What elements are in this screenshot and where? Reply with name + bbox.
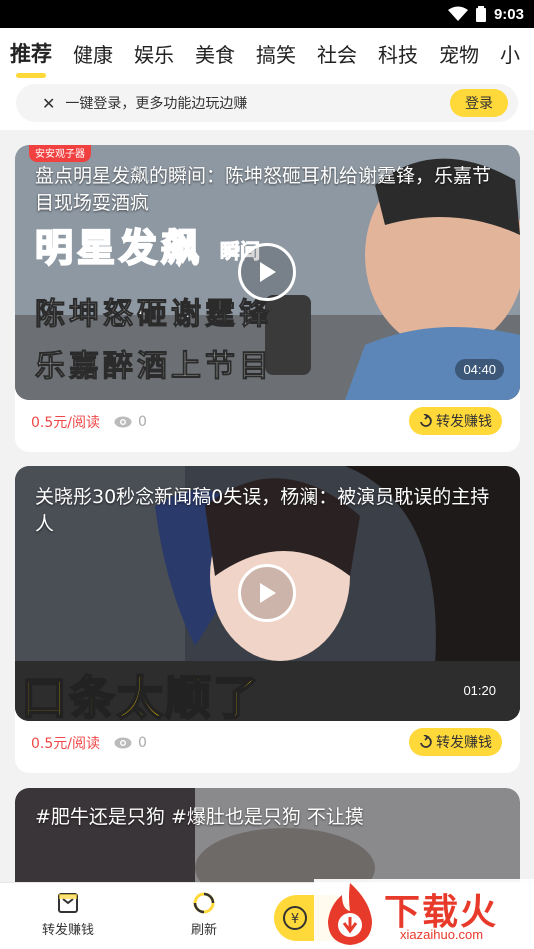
view-count: 0 <box>114 414 147 430</box>
share-earn-button[interactable]: 转发赚钱 <box>409 728 502 756</box>
video-thumbnail[interactable]: 关晓彤30秒念新闻稿0失误，杨澜：被演员耽误的主持人 口条太顺了 01:20 <box>15 466 520 721</box>
clock: 9:03 <box>493 5 524 23</box>
nav-share-earn-label: 转发赚钱 <box>41 923 94 938</box>
battery-icon <box>475 6 486 22</box>
login-button[interactable]: 登录 <box>450 89 508 117</box>
coin-icon: ¥ <box>283 906 307 930</box>
play-button[interactable] <box>238 243 296 301</box>
tab-pets[interactable]: 宠物 <box>439 39 479 68</box>
tab-recommend[interactable]: 推荐 <box>10 38 52 78</box>
share-icon <box>420 735 432 748</box>
video-duration: 01:20 <box>463 683 496 698</box>
reward-rate: 0.5元/阅读 <box>31 415 100 431</box>
video-title: #肥牛还是只狗 #爆肚也是只狗 不让摸 <box>35 806 364 828</box>
video-title: 关晓彤30秒念新闻稿0失误，杨澜：被演员耽误的主持人 <box>35 486 490 535</box>
video-meta: 0.5元/阅读 0 转发赚钱 <box>15 400 520 444</box>
video-meta: 0.5元/阅读 0 转发赚钱 <box>15 721 520 765</box>
tab-society[interactable]: 社会 <box>317 39 357 68</box>
eye-icon <box>114 737 132 749</box>
video-duration: 04:40 <box>455 359 504 380</box>
play-button[interactable] <box>238 564 296 622</box>
tab-funny[interactable]: 搞笑 <box>256 39 296 68</box>
video-thumbnail[interactable]: 安安观子器 盘点明星发飙的瞬间：陈坤怒砸耳机给谢霆锋，乐嘉节目现场耍酒疯 明星发… <box>15 145 520 400</box>
nav-refresh-label: 刷新 <box>190 923 217 938</box>
watermark-url: xiazaihuo.com <box>400 927 484 942</box>
watermark: 下载火 xiazaihuo.com <box>314 879 534 949</box>
overlay-text: 陈坤怒砸谢霆锋 <box>35 297 273 333</box>
overlay-text: 口条太顺了 <box>20 670 261 721</box>
tab-entertainment[interactable]: 娱乐 <box>134 39 174 68</box>
close-icon[interactable]: ✕ <box>42 94 55 113</box>
login-prompt: 一键登录，更多功能边玩边赚 <box>65 96 248 112</box>
reward-rate: 0.5元/阅读 <box>31 736 100 752</box>
share-earn-button[interactable]: 转发赚钱 <box>409 407 502 435</box>
tab-health[interactable]: 健康 <box>73 39 113 68</box>
play-icon <box>260 262 276 282</box>
share-icon <box>420 414 432 427</box>
login-banner: ✕ 一键登录，更多功能边玩边赚 登录 <box>0 78 534 130</box>
tab-food[interactable]: 美食 <box>195 39 235 68</box>
overlay-text: 乐嘉醉酒上节目 <box>35 349 273 385</box>
view-count-value: 0 <box>137 735 147 751</box>
share-earn-icon <box>58 893 78 913</box>
eye-icon <box>114 416 132 428</box>
play-icon <box>260 583 276 603</box>
video-card[interactable]: 安安观子器 盘点明星发飙的瞬间：陈坤怒砸耳机给谢霆锋，乐嘉节目现场耍酒疯 明星发… <box>15 145 520 452</box>
view-count: 0 <box>114 735 147 751</box>
thumbnail-art <box>15 788 520 882</box>
login-bar: ✕ 一键登录，更多功能边玩边赚 登录 <box>16 84 518 122</box>
overlay-text: 明星发飙 <box>34 225 204 271</box>
svg-text:¥: ¥ <box>291 912 299 927</box>
share-earn-label: 转发赚钱 <box>436 414 492 430</box>
share-earn-label: 转发赚钱 <box>436 735 492 751</box>
nav-refresh[interactable]: 刷新 <box>164 891 244 938</box>
refresh-icon <box>193 892 215 914</box>
status-bar: 9:03 <box>0 0 534 28</box>
tab-more[interactable]: 小 <box>500 39 520 68</box>
nav-share-earn[interactable]: 转发赚钱 <box>28 891 108 938</box>
video-card[interactable]: #肥牛还是只狗 #爆肚也是只狗 不让摸 <box>15 788 520 882</box>
video-thumbnail[interactable]: #肥牛还是只狗 #爆肚也是只狗 不让摸 <box>15 788 520 882</box>
tab-tech[interactable]: 科技 <box>378 39 418 68</box>
category-tabs: 推荐 健康 娱乐 美食 搞笑 社会 科技 宠物 小 <box>0 28 534 78</box>
video-title: 盘点明星发飙的瞬间：陈坤怒砸耳机给谢霆锋，乐嘉节目现场耍酒疯 <box>35 165 492 214</box>
uploader-badge: 安安观子器 <box>29 145 91 162</box>
wifi-icon <box>447 6 468 21</box>
view-count-value: 0 <box>137 414 147 430</box>
flame-logo-icon <box>328 883 372 945</box>
video-card[interactable]: 关晓彤30秒念新闻稿0失误，杨澜：被演员耽误的主持人 口条太顺了 01:20 0… <box>15 466 520 773</box>
